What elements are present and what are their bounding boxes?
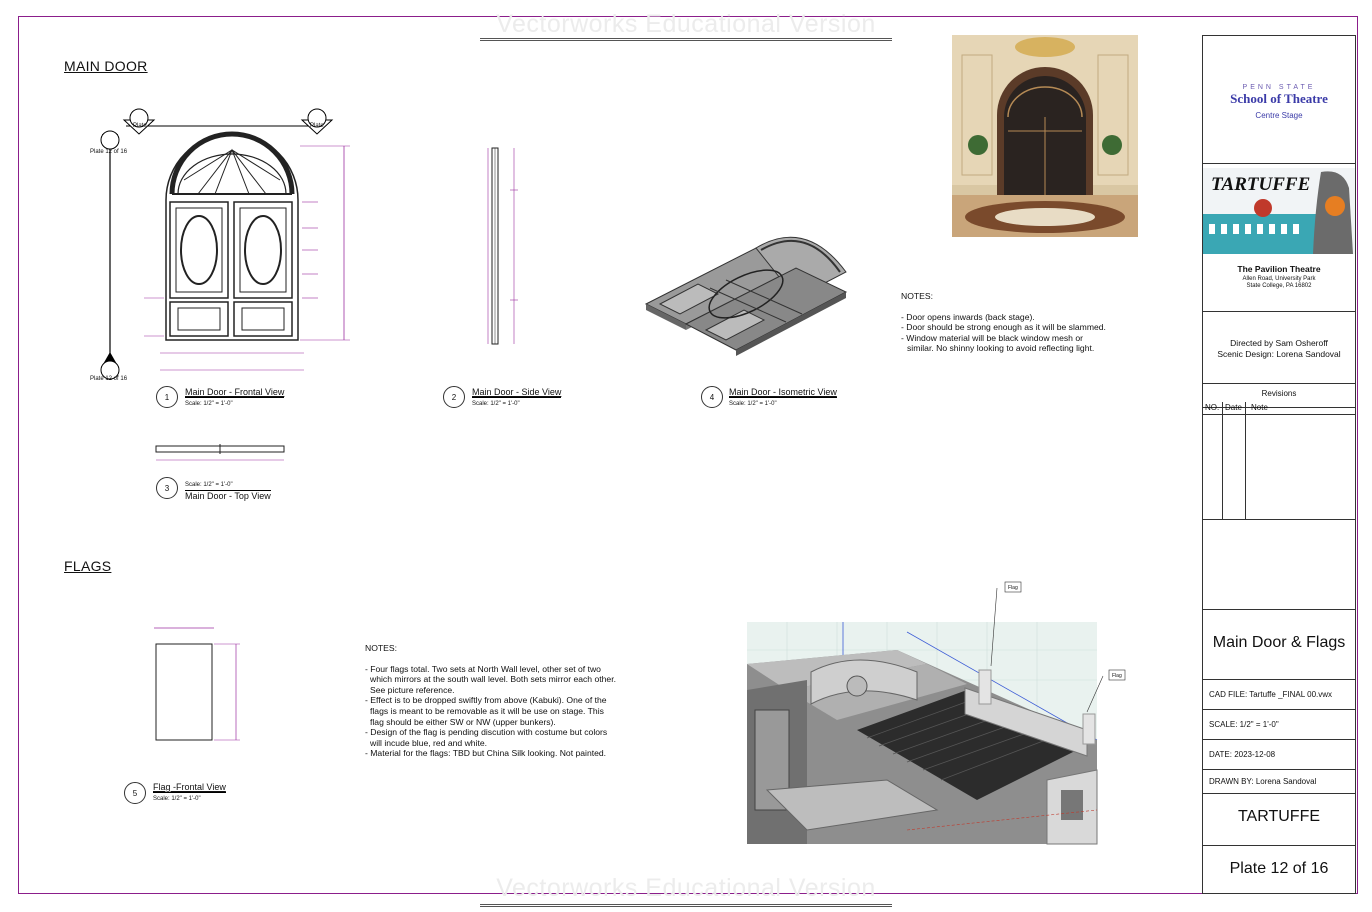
door-reference-photo <box>952 35 1138 237</box>
sheet-title-cell: Main Door & Flags <box>1203 610 1355 680</box>
door-side-view-drawing <box>487 147 518 345</box>
title-block: PENN STATE School of Theatre Centre Stag… <box>1202 35 1356 894</box>
flag-note-line: will incude blue, red and white. <box>370 737 488 748</box>
view-number-2: 2 <box>443 386 465 408</box>
door-notes: NOTES: - Door opens inwards (back stage)… <box>901 291 1106 354</box>
cad-file: CAD FILE: Tartuffe _FINAL 00.vwx <box>1209 690 1333 699</box>
flag-note-line: - Effect is to be dropped swiftly from a… <box>365 695 607 706</box>
view-label-2: Main Door - Side View Scale: 1/2" = 1'-0" <box>472 387 562 409</box>
show-name-cell: TARTUFFE <box>1203 794 1355 846</box>
blank-cell <box>1203 520 1355 610</box>
drawn-by-cell: DRAWN BY: Lorena Sandoval <box>1203 770 1355 794</box>
door-note-line: - Door opens inwards (back stage). <box>901 311 1035 322</box>
view-title: Main Door - Top View <box>185 491 271 501</box>
school-logo-cell: PENN STATE School of Theatre Centre Stag… <box>1203 36 1355 164</box>
show-poster-cell: TARTUFFE The Pavilion Theatre Allen Road… <box>1203 164 1355 312</box>
door-isometric-view-drawing <box>644 236 848 356</box>
view-label-4: Main Door - Isometric View Scale: 1/2" = … <box>729 387 837 409</box>
flag-note-line: flags is meant to be removable as it wil… <box>370 705 604 716</box>
plate-marker-word-left: Plate <box>133 123 147 129</box>
flag-note-line: flag should be either SW or NW (upper bu… <box>370 716 556 727</box>
view-scale: Scale: 1/2" = 1'-0" <box>729 397 837 409</box>
flag-callout-1: Flag <box>1008 585 1018 591</box>
view-number-5: 5 <box>124 782 146 804</box>
venue-address-2: State College, PA 16802 <box>1246 283 1312 289</box>
watermark-underline-top <box>480 38 892 41</box>
view-title: Main Door - Frontal View <box>185 387 285 397</box>
penn-state-text: PENN STATE <box>1242 84 1316 91</box>
view-number-1: 1 <box>156 386 178 408</box>
view-title: Flag -Frontal View <box>153 782 226 792</box>
door-frontal-view-drawing <box>100 108 350 380</box>
view-number-4: 4 <box>701 386 723 408</box>
venue-name: The Pavilion Theatre <box>1203 264 1355 275</box>
section-title-flags: FLAGS <box>64 558 112 574</box>
rev-col-divider <box>1222 402 1223 520</box>
poster-title: TARTUFFE <box>1211 174 1311 195</box>
door-notes-heading: NOTES: <box>901 291 933 301</box>
flag-notes-heading: NOTES: <box>365 643 397 653</box>
show-name: TARTUFFE <box>1237 808 1321 825</box>
flag-note-line: - Material for the flags: TBD but China … <box>365 748 607 759</box>
sheet-title: Main Door & Flags <box>1212 634 1346 651</box>
plate-ref-bottom: Plate 12 of 16 <box>90 376 128 382</box>
view-scale: Scale: 1/2" = 1'-0" <box>185 397 285 409</box>
plate-ref-top: Plate 12 of 16 <box>90 149 128 155</box>
view-label-5: Flag -Frontal View Scale: 1/2" = 1'-0" <box>153 782 226 804</box>
view-title: Main Door - Side View <box>472 387 562 397</box>
venue-title: The Pavilion Theatre <box>1237 264 1321 274</box>
rev-col-no: NO. <box>1205 403 1220 412</box>
flag-note-line: - Four flags total. Two sets at North Wa… <box>365 663 601 674</box>
credits-cell: Directed by Sam Osheroff Scenic Design: … <box>1203 312 1355 384</box>
flag-note-line: which mirrors at the south wall level. B… <box>370 674 616 685</box>
door-note-line: similar. No shinny looking to avoid refl… <box>907 343 1095 354</box>
revisions-header-row: NO. Date Note <box>1203 402 1355 415</box>
plate-number: Plate 12 of 16 <box>1229 860 1329 877</box>
flag-note-line: See picture reference. <box>370 684 455 695</box>
watermark-top: Vectorworks Educational Version <box>496 10 876 38</box>
view-scale: Scale: 1/2" = 1'-0" <box>153 792 226 804</box>
revisions-table: Revisions NO. Date Note <box>1203 384 1355 520</box>
watermark-underline-bottom <box>480 904 892 907</box>
director-credit: Directed by Sam Osheroff <box>1230 338 1328 348</box>
rev-col-divider <box>1245 402 1246 520</box>
watermark-bottom: Vectorworks Educational Version <box>496 874 876 902</box>
drawn-by: DRAWN BY: Lorena Sandoval <box>1209 777 1317 786</box>
view-label-1: Main Door - Frontal View Scale: 1/2" = 1'… <box>185 387 285 409</box>
centre-stage-text: Centre Stage <box>1255 111 1303 120</box>
view-number-3: 3 <box>156 477 178 499</box>
venue-address-1: Allen Road, University Park <box>1242 276 1316 282</box>
door-note-line: - Window material will be black window m… <box>901 332 1083 343</box>
door-top-view-drawing <box>155 444 285 461</box>
view-label-3: Scale: 1/2" = 1'-0" Main Door - Top View <box>185 480 271 501</box>
stage-3d-model-view <box>747 581 1126 845</box>
flag-frontal-view-drawing <box>154 627 240 741</box>
rev-col-date: Date <box>1225 403 1242 412</box>
view-scale: Scale: 1/2" = 1'-0" <box>185 480 271 491</box>
flag-note-line: - Design of the flag is pending discutio… <box>365 727 608 738</box>
scenic-credit: Scenic Design: Lorena Sandoval <box>1217 349 1341 359</box>
school-of-theatre-logo: School of Theatre <box>1230 91 1328 106</box>
cad-file-cell: CAD FILE: Tartuffe _FINAL 00.vwx <box>1203 680 1355 710</box>
flag-notes: NOTES: - Four flags total. Two sets at N… <box>365 643 616 759</box>
flag-callout-2: Flag <box>1112 673 1122 679</box>
view-scale: Scale: 1/2" = 1'-0" <box>472 397 562 409</box>
scale-cell: SCALE: 1/2" = 1'-0" <box>1203 710 1355 740</box>
rev-col-note: Note <box>1251 403 1268 412</box>
scale: SCALE: 1/2" = 1'-0" <box>1209 720 1279 729</box>
section-title-main-door: MAIN DOOR <box>64 58 148 74</box>
date: DATE: 2023-12-08 <box>1209 750 1276 759</box>
door-note-line: - Door should be strong enough as it wil… <box>901 322 1106 333</box>
plate-marker-word-right: Plate <box>310 123 324 129</box>
date-cell: DATE: 2023-12-08 <box>1203 740 1355 770</box>
plate-number-cell: Plate 12 of 16 <box>1203 846 1355 893</box>
view-title: Main Door - Isometric View <box>729 387 837 397</box>
